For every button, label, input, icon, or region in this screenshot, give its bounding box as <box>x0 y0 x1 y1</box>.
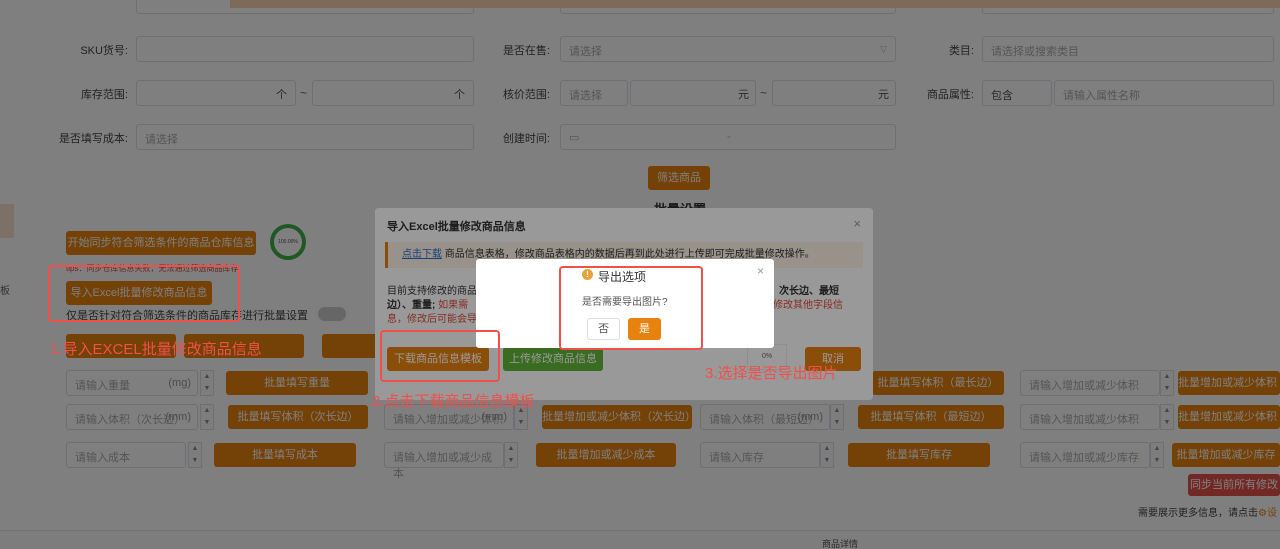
highlight-export <box>559 266 703 350</box>
highlight-import <box>48 265 240 322</box>
highlight-download <box>380 330 500 382</box>
annotation-step2: 2.点击下载商品信息模板 <box>372 393 535 410</box>
export-close-icon[interactable]: × <box>757 264 764 278</box>
annotation-step3: 3.选择是否导出图片 <box>705 365 838 382</box>
annotation-step1: 1.导入EXCEL批量修改商品信息 <box>50 341 262 358</box>
